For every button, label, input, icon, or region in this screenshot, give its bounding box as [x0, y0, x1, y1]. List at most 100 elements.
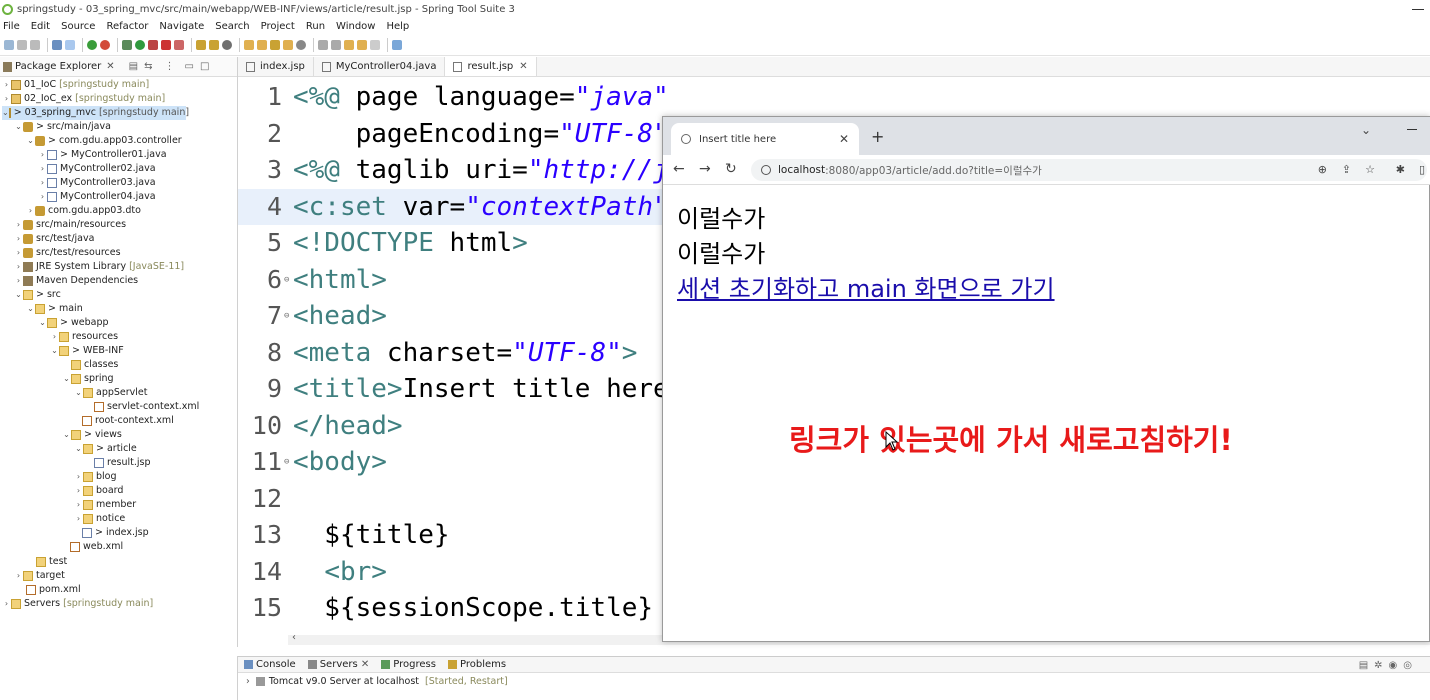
code-line[interactable]: 11 ⊖ <body>: [238, 444, 678, 480]
tab-problems[interactable]: Problems: [447, 659, 506, 670]
chevron-down-icon[interactable]: ⌄: [50, 344, 59, 358]
chevron-down-icon[interactable]: ⌄: [1361, 123, 1371, 137]
tree-item[interactable]: › board: [74, 484, 123, 498]
code-line[interactable]: 1 <%@ page language="java" contentType="t…: [238, 79, 678, 115]
tree-item[interactable]: › blog: [74, 470, 117, 484]
tree-item[interactable]: › com.gdu.app03.dto: [26, 204, 141, 218]
close-icon[interactable]: ✕: [106, 61, 114, 72]
tab-console[interactable]: Console: [244, 659, 296, 670]
chevron-right-icon[interactable]: ›: [74, 512, 83, 526]
chevron-right-icon[interactable]: ›: [14, 246, 23, 260]
chevron-right-icon[interactable]: ›: [2, 597, 11, 611]
code-line[interactable]: 13 ${title}: [238, 517, 678, 553]
fold-icon[interactable]: ⊖: [284, 298, 293, 334]
chevron-down-icon[interactable]: ⌄: [26, 134, 35, 148]
menu-refactor[interactable]: Refactor: [106, 21, 148, 32]
menu-file[interactable]: File: [3, 21, 20, 32]
chevron-down-icon[interactable]: ⌄: [38, 316, 47, 330]
reset-session-link[interactable]: 세션 초기화하고 main 화면으로 가기: [677, 269, 1055, 304]
chevron-right-icon[interactable]: ›: [246, 676, 250, 687]
globe-icon[interactable]: [296, 39, 306, 50]
minimize-button[interactable]: [1407, 129, 1417, 130]
menu-source[interactable]: Source: [61, 21, 95, 32]
chevron-right-icon[interactable]: ›: [14, 232, 23, 246]
code-line[interactable]: 8 <meta charset="UTF-8">: [238, 335, 678, 371]
chevron-right-icon[interactable]: ›: [38, 176, 47, 190]
back-icon[interactable]: [357, 39, 367, 50]
tree-item-selected[interactable]: ⌄ > 03_spring_mvc [springstudy main]: [2, 106, 189, 120]
chevron-right-icon[interactable]: ›: [26, 204, 35, 218]
tree-item[interactable]: › Maven Dependencies: [14, 274, 138, 288]
code-line[interactable]: 3 <%@ taglib uri="http://java.sun.com/jsp…: [238, 152, 678, 188]
code-line[interactable]: 9 <title>Insert title here</title>: [238, 371, 678, 407]
server-row[interactable]: › Tomcat v9.0 Server at localhost [Start…: [246, 676, 508, 687]
extensions-icon[interactable]: ✱: [1396, 163, 1405, 176]
close-icon[interactable]: ✕: [839, 132, 849, 146]
share-icon[interactable]: ⇪: [1342, 163, 1351, 176]
tab-result-jsp[interactable]: result.jsp ✕: [445, 57, 537, 76]
maximize-view-icon[interactable]: □: [200, 61, 209, 72]
code-line[interactable]: 4 <c:set var="contextPath" value="${pageC…: [238, 188, 678, 225]
code-line[interactable]: 12: [238, 481, 678, 517]
new-tab-icon[interactable]: +: [871, 127, 884, 146]
tree-item[interactable]: › src/main/resources: [14, 218, 126, 232]
next-annotation-icon[interactable]: [318, 39, 328, 50]
chevron-right-icon[interactable]: ›: [74, 498, 83, 512]
tab-index-jsp[interactable]: index.jsp: [238, 57, 314, 76]
zoom-icon[interactable]: ⊕: [1318, 163, 1327, 176]
code-line[interactable]: 10 </head>: [238, 408, 678, 444]
chevron-right-icon[interactable]: ›: [74, 484, 83, 498]
code-line[interactable]: 2 pageEncoding="UTF-8"%>: [238, 116, 678, 152]
side-panel-icon[interactable]: ▯: [1419, 163, 1425, 176]
chevron-left-icon[interactable]: ‹: [292, 632, 296, 643]
tree-item[interactable]: ⌄ appServlet: [74, 386, 148, 400]
chevron-right-icon[interactable]: ›: [14, 569, 23, 583]
tree-item[interactable]: ⌄ > views: [62, 428, 122, 442]
last-edit-icon[interactable]: [344, 39, 354, 50]
toggle-mark-icon[interactable]: [65, 39, 75, 50]
tree-item[interactable]: web.xml: [70, 540, 123, 554]
coverage-icon[interactable]: [222, 39, 232, 50]
chevron-right-icon[interactable]: ›: [14, 218, 23, 232]
chevron-right-icon[interactable]: ›: [2, 92, 11, 106]
tree-item[interactable]: › src/test/java: [14, 232, 94, 246]
save-all-icon[interactable]: [30, 39, 40, 50]
menu-search[interactable]: Search: [215, 21, 249, 32]
tree-item[interactable]: root-context.xml: [82, 414, 174, 428]
chevron-right-icon[interactable]: ›: [14, 274, 23, 288]
chevron-down-icon[interactable]: ⌄: [62, 428, 71, 442]
menu-run[interactable]: Run: [306, 21, 325, 32]
tab-progress[interactable]: Progress: [381, 659, 436, 670]
tree-item[interactable]: › MyController04.java: [38, 190, 156, 204]
chevron-right-icon[interactable]: ›: [38, 148, 47, 162]
back-icon[interactable]: ←: [673, 161, 685, 177]
browser-tab[interactable]: Insert title here ✕: [671, 123, 859, 155]
chevron-down-icon[interactable]: ⌄: [62, 372, 71, 386]
debug-icon[interactable]: [122, 39, 132, 50]
collapse-all-icon[interactable]: ▤: [129, 61, 138, 72]
fold-icon[interactable]: ⊖: [284, 444, 293, 480]
chevron-right-icon[interactable]: ›: [50, 330, 59, 344]
tree-item[interactable]: › 01_IoC [springstudy main]: [2, 78, 149, 92]
forward-icon[interactable]: →: [699, 161, 711, 177]
menu-window[interactable]: Window: [336, 21, 375, 32]
tree-item[interactable]: › MyController02.java: [38, 162, 156, 176]
start-server-icon[interactable]: ◉: [1389, 660, 1404, 671]
tree-item[interactable]: ⌄ > src: [14, 288, 61, 302]
tree-item[interactable]: › member: [74, 498, 136, 512]
tree-item[interactable]: › Servers [springstudy main]: [2, 597, 153, 611]
pin-editor-icon[interactable]: [392, 39, 402, 50]
close-icon[interactable]: ✕: [361, 659, 369, 670]
server-icon[interactable]: [174, 39, 184, 50]
view-menu-icon[interactable]: ⋮: [165, 61, 175, 72]
stop-icon[interactable]: [161, 39, 171, 50]
terminal-icon[interactable]: [52, 39, 62, 50]
code-line[interactable]: 14 <br>: [238, 554, 678, 590]
tree-item[interactable]: ⌄ > webapp: [38, 316, 109, 330]
minimize-view-icon[interactable]: ▭: [185, 61, 194, 72]
menu-project[interactable]: Project: [261, 21, 295, 32]
tree-item[interactable]: > index.jsp: [82, 526, 149, 540]
tree-item[interactable]: pom.xml: [26, 583, 81, 597]
minimize-button[interactable]: [1412, 9, 1424, 10]
tree-item[interactable]: ⌄ > article: [74, 442, 137, 456]
